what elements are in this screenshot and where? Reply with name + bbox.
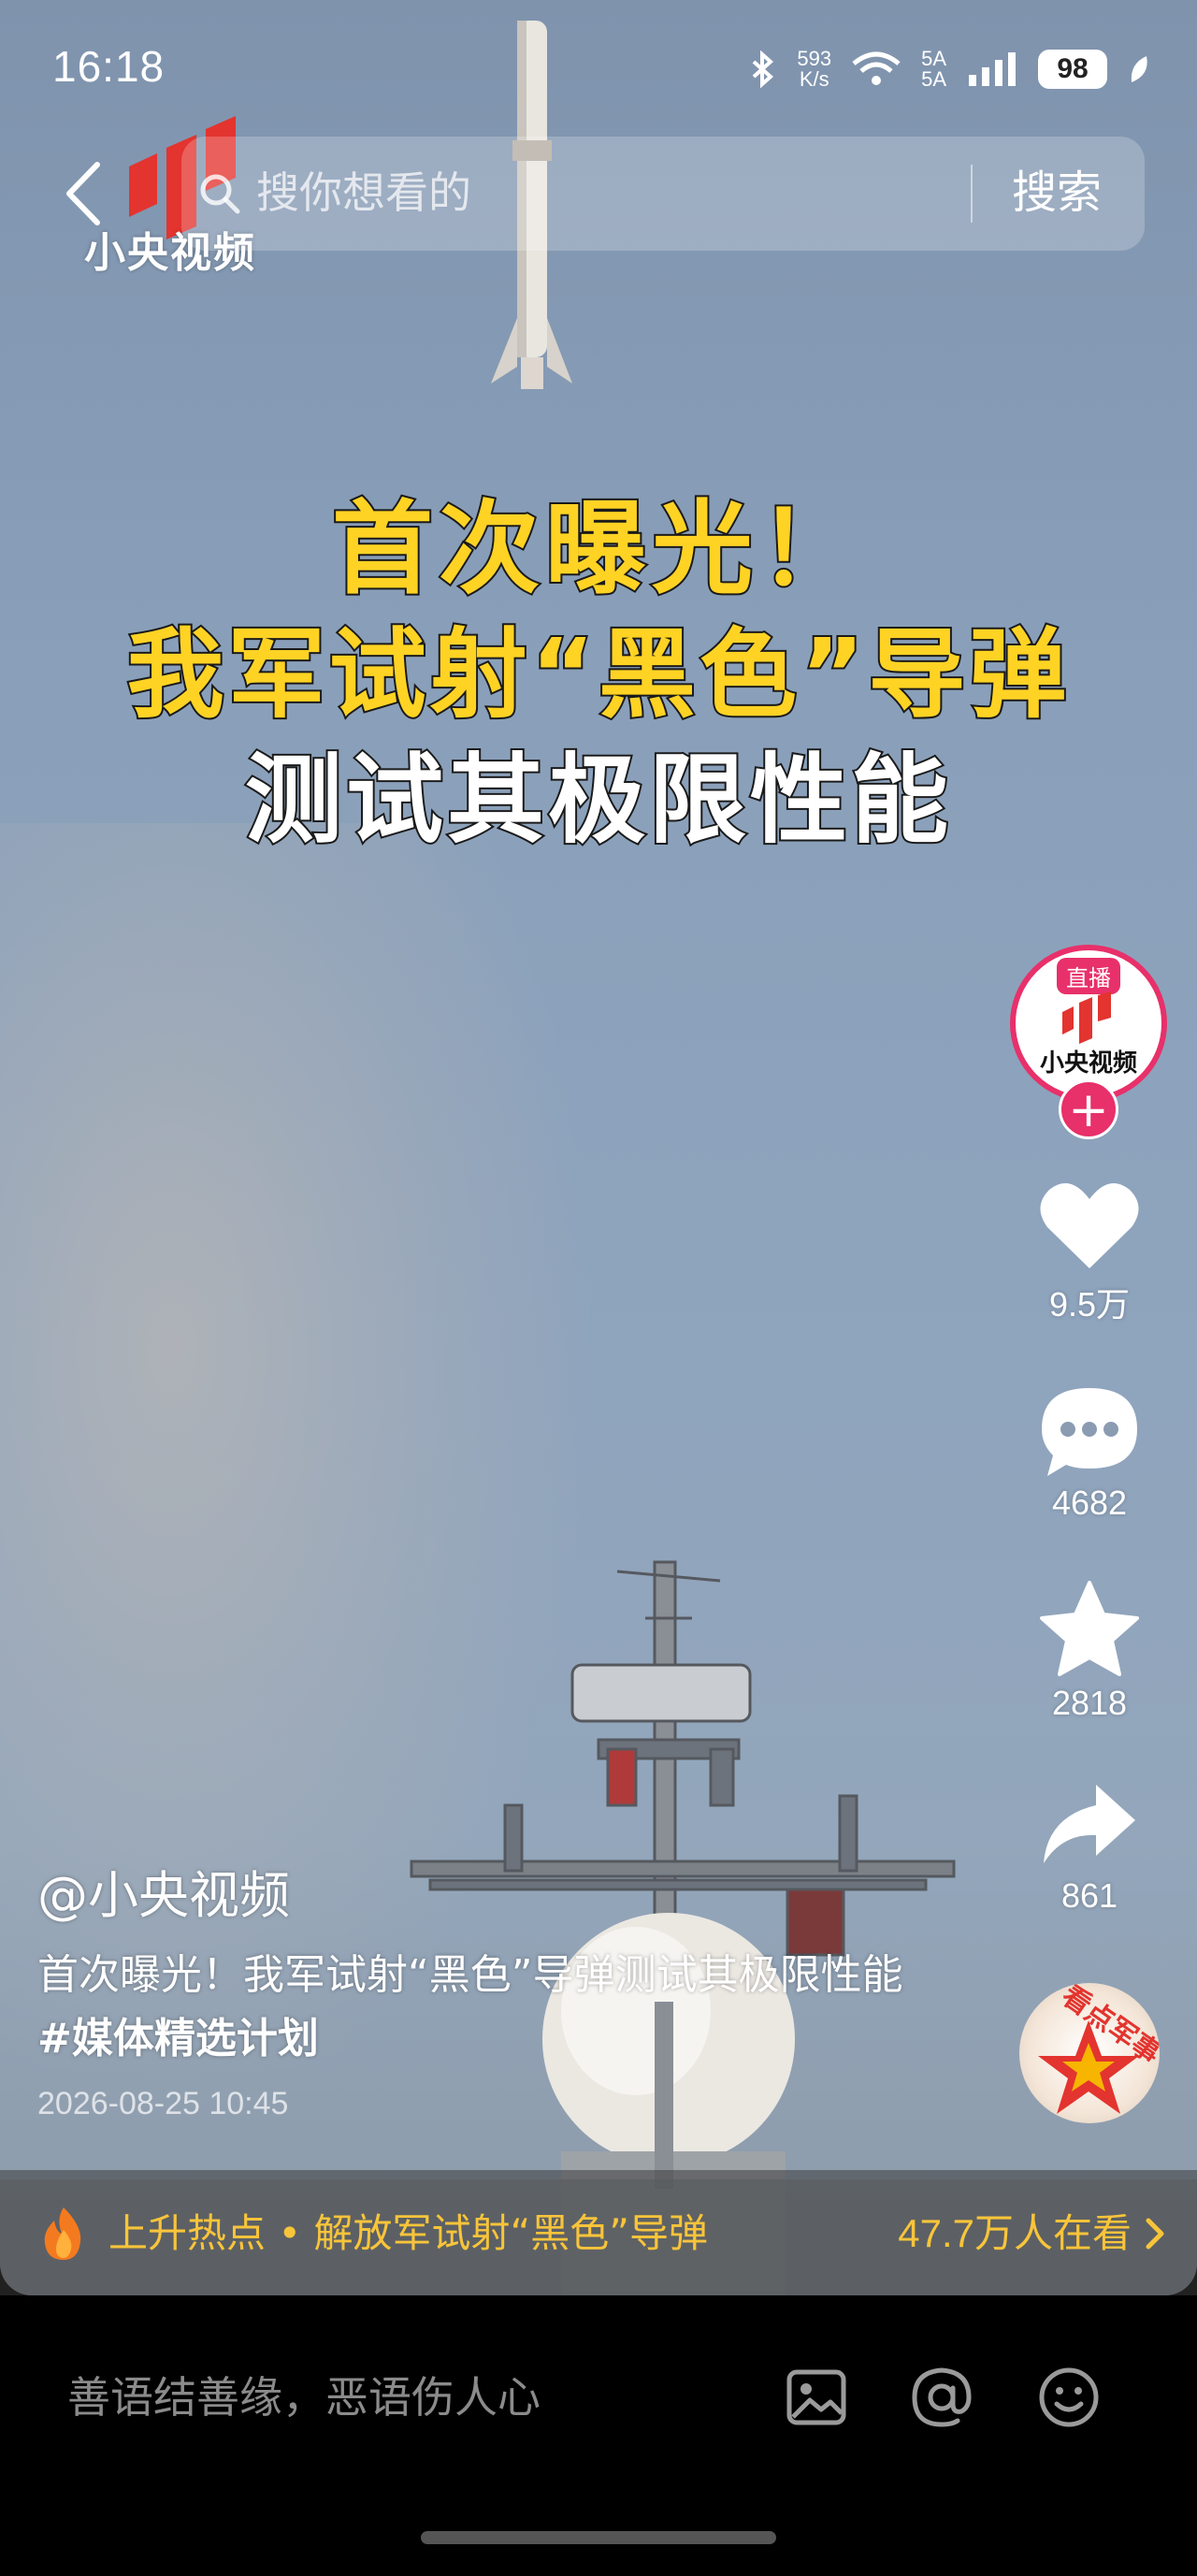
signal-label-2: 5A <box>921 67 946 91</box>
leaf-icon <box>1131 56 1147 82</box>
search-divider <box>971 165 973 223</box>
favorite-count: 2818 <box>1051 1684 1128 1722</box>
video-headline-line-3: 测试其极限性能 <box>243 741 952 859</box>
comment-bar: 善语结善缘，恶语伤人心 <box>0 2295 1197 2576</box>
comment-button[interactable]: 4682 <box>1010 1384 1169 1523</box>
net-speed-value: 593 <box>797 47 832 70</box>
music-disc[interactable]: 看点军事 <box>1019 1983 1160 2123</box>
fire-icon <box>44 2207 81 2260</box>
search-icon <box>200 174 240 214</box>
signal-label-1: 5A <box>921 47 946 70</box>
wifi-icon <box>852 51 901 85</box>
post-caption: 首次曝光！我军试射“黑色”导弹测试其极限性能 #媒体精选计划 <box>37 1944 916 2071</box>
trending-bar[interactable]: 上升热点 • 解放军试射“黑色”导弹 47.7万人在看 <box>0 2170 1197 2295</box>
comment-icon <box>1042 1388 1137 1476</box>
avatar-logo-text: 小央视频 <box>1039 1049 1137 1078</box>
favorite-button[interactable]: 2818 <box>1010 1581 1169 1723</box>
share-button[interactable]: 861 <box>1010 1777 1169 1916</box>
chevron-right-icon <box>1146 2218 1164 2250</box>
like-button[interactable]: 9.5万 <box>1010 1179 1169 1326</box>
home-indicator[interactable] <box>421 2531 776 2544</box>
bluetooth-icon <box>753 51 774 88</box>
video-headline-line-2: 我军试射“黑色”导弹 <box>125 615 1071 733</box>
trending-topic[interactable]: 上升热点 • 解放军试射“黑色”导弹 <box>108 2206 708 2262</box>
avatar-logo-icon <box>1062 991 1111 1044</box>
comment-input[interactable]: 善语结善缘，恶语伤人心 <box>67 2355 541 2439</box>
live-badge: 直播 <box>1057 958 1120 994</box>
author-avatar[interactable]: 直播 小央视频 <box>1010 945 1167 1102</box>
star-icon <box>1040 1581 1139 1676</box>
status-icons: 593 K/s 5A 5A 98 <box>750 45 1150 94</box>
mention-icon[interactable] <box>909 2365 974 2430</box>
caption-text: 首次曝光！我军试射“黑色”导弹测试其极限性能 <box>37 1951 903 1999</box>
share-count: 861 <box>1060 1876 1118 1915</box>
post-date: 2026-08-25 10:45 <box>37 2086 289 2121</box>
follow-button[interactable]: + <box>1059 1079 1118 1139</box>
emoji-icon[interactable] <box>1036 2365 1102 2430</box>
image-icon[interactable] <box>784 2365 849 2430</box>
trending-viewers: 47.7万人在看 <box>898 2211 1132 2255</box>
status-time: 16:18 <box>52 42 166 91</box>
comment-count: 4682 <box>1051 1483 1128 1522</box>
heart-icon <box>1040 1182 1139 1268</box>
battery-icon: 98 <box>1038 50 1107 89</box>
caption-hashtag[interactable]: #媒体精选计划 <box>37 2015 319 2062</box>
video-headline-line-1: 首次曝光！ <box>330 489 865 610</box>
share-arrow-icon <box>1044 1785 1135 1863</box>
net-speed-unit: K/s <box>799 67 829 91</box>
search-button[interactable]: 搜索 <box>1012 155 1102 230</box>
search-input[interactable]: 搜你想看的 <box>256 155 471 230</box>
signal-icon <box>969 52 1016 86</box>
net-speed: 593 K/s <box>797 49 831 90</box>
like-count: 9.5万 <box>1048 1285 1131 1324</box>
signal-labels: 5A 5A <box>921 49 946 90</box>
search-bar[interactable]: 搜你想看的 搜索 <box>181 137 1145 251</box>
author-name[interactable]: @小央视频 <box>37 1854 290 1928</box>
